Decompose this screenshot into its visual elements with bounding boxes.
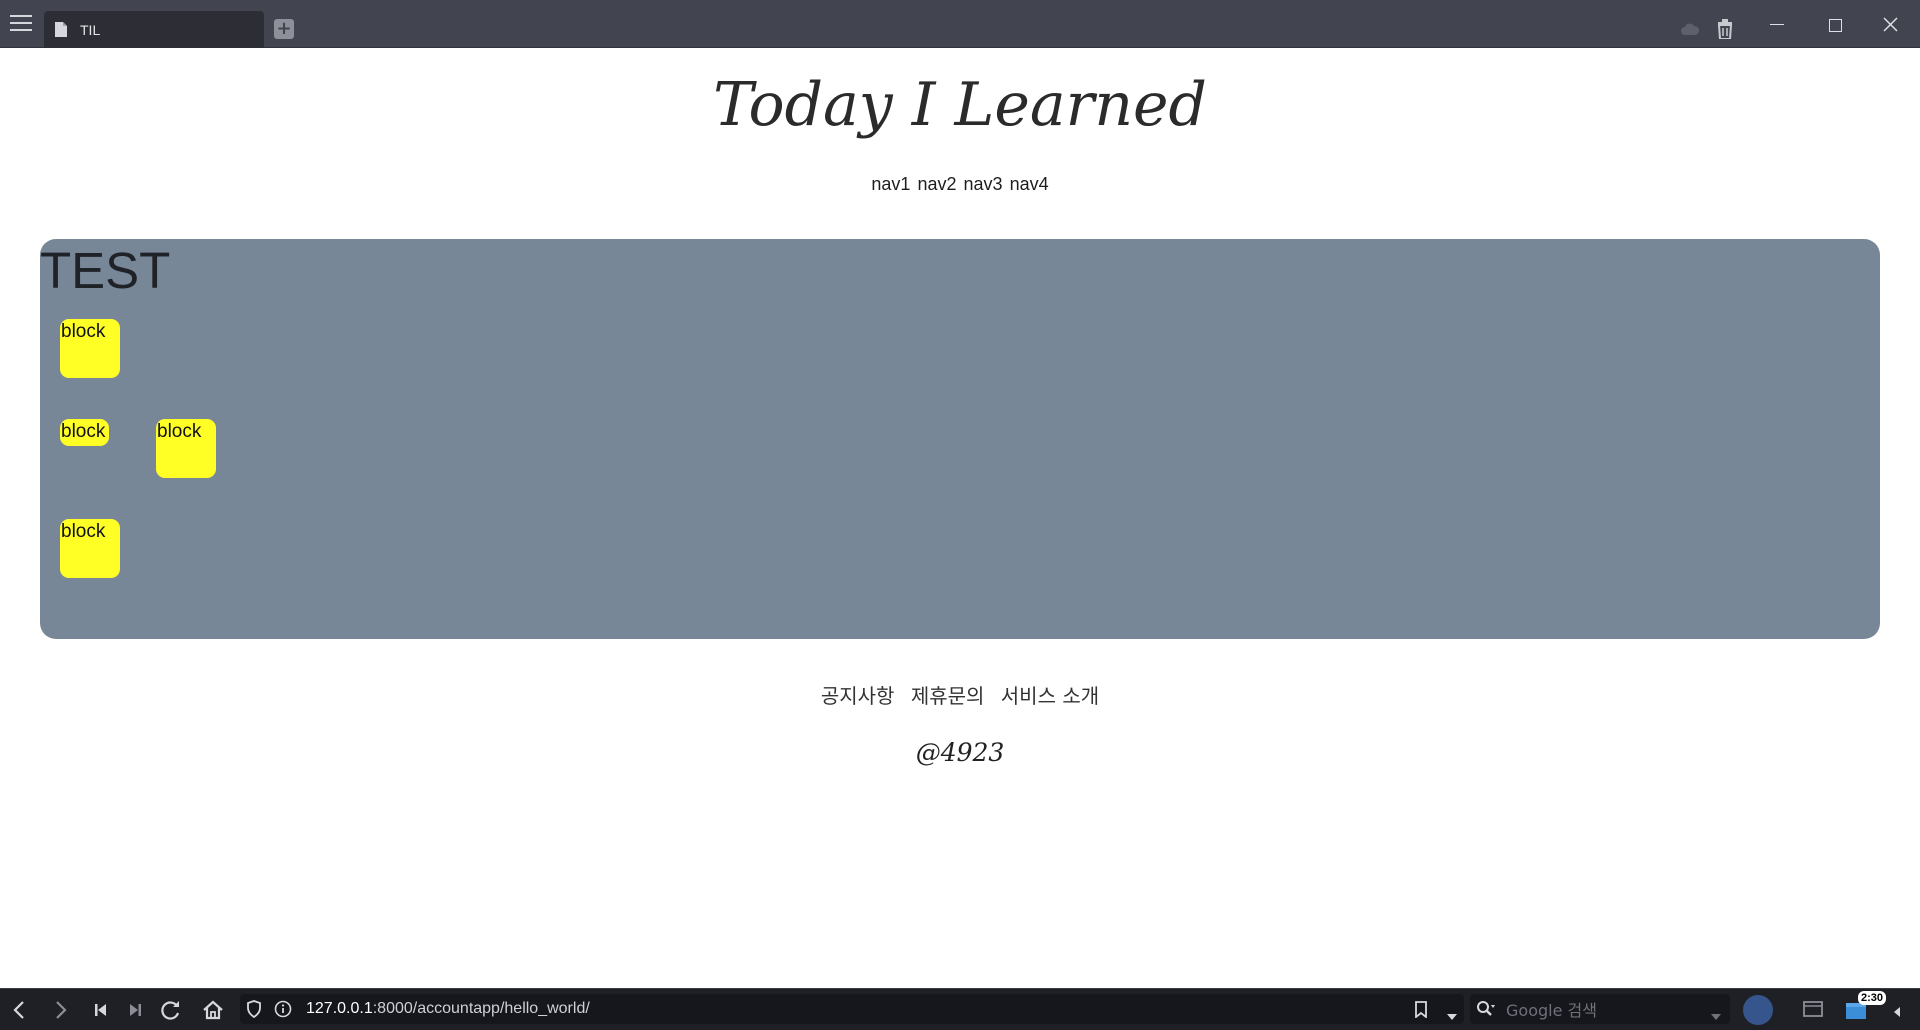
reload-icon[interactable] xyxy=(160,1000,182,1024)
footer-handle: @4923 xyxy=(915,738,1005,767)
nav-item-1[interactable]: nav1 xyxy=(871,174,910,194)
tab-bar: TIL + xyxy=(0,0,1920,48)
chevron-down-icon[interactable] xyxy=(1710,1006,1722,1025)
footer-links: 공지사항 제휴문의 서비스 소개 xyxy=(0,680,1920,709)
shield-icon[interactable] xyxy=(246,1000,262,1022)
nav-item-3[interactable]: nav3 xyxy=(964,174,1003,194)
footer-link-notice[interactable]: 공지사항 xyxy=(821,684,895,708)
search-icon[interactable] xyxy=(1476,1000,1496,1022)
footer-link-partnership[interactable]: 제휴문의 xyxy=(911,684,985,708)
nav-item-2[interactable]: nav2 xyxy=(917,174,956,194)
panel-heading: TEST xyxy=(40,242,171,299)
chevron-left-icon[interactable] xyxy=(12,1000,26,1024)
browser-window: TIL + Today I Learned nav1 nav2 nav3 nav… xyxy=(0,0,1920,1030)
block-1: block xyxy=(60,319,120,378)
url-path: :8000/accountapp/hello_world/ xyxy=(372,1000,590,1017)
home-icon[interactable] xyxy=(202,1000,224,1024)
close-icon[interactable] xyxy=(1883,17,1898,36)
chevron-right-icon[interactable] xyxy=(54,1000,68,1024)
chevron-left-icon[interactable] xyxy=(1893,1003,1901,1022)
search-input[interactable] xyxy=(1504,998,1698,1022)
document-icon xyxy=(54,21,68,42)
trash-icon[interactable] xyxy=(1717,19,1733,43)
bookmark-icon[interactable] xyxy=(1414,1001,1428,1022)
block-3: block xyxy=(156,419,216,478)
cloud-icon[interactable] xyxy=(1680,20,1700,39)
hamburger-menu-icon[interactable] xyxy=(10,15,32,33)
info-icon[interactable] xyxy=(274,1000,292,1022)
tab-til[interactable]: TIL xyxy=(44,11,264,48)
avatar[interactable] xyxy=(1743,995,1773,1025)
url-host: 127.0.0.1 xyxy=(306,1000,373,1017)
footer-link-about[interactable]: 서비스 소개 xyxy=(1001,684,1099,708)
tab-title: TIL xyxy=(80,22,101,38)
clock-badge: 2:30 xyxy=(1858,991,1887,1005)
page-title: Today I Learned xyxy=(713,70,1207,140)
url-text: 127.0.0.1:8000/accountapp/hello_world/ xyxy=(306,1000,590,1018)
skip-forward-icon[interactable] xyxy=(128,1000,142,1024)
block-2: block xyxy=(60,419,109,446)
maximize-button[interactable] xyxy=(1829,19,1842,32)
new-tab-button[interactable]: + xyxy=(274,19,294,39)
test-panel: TEST block block block block xyxy=(40,239,1880,639)
chevron-down-icon[interactable] xyxy=(1446,1006,1458,1025)
address-bar-row: 127.0.0.1:8000/accountapp/hello_world/ 2… xyxy=(0,988,1920,1030)
window-panel-icon[interactable] xyxy=(1803,1001,1823,1021)
url-field[interactable]: 127.0.0.1:8000/accountapp/hello_world/ xyxy=(240,994,1464,1024)
nav-item-4[interactable]: nav4 xyxy=(1010,174,1049,194)
block-4: block xyxy=(60,519,120,578)
skip-back-icon[interactable] xyxy=(94,1000,108,1024)
minimize-button[interactable] xyxy=(1770,24,1784,25)
nav-bar: nav1 nav2 nav3 nav4 xyxy=(0,174,1920,195)
search-box xyxy=(1470,994,1730,1024)
